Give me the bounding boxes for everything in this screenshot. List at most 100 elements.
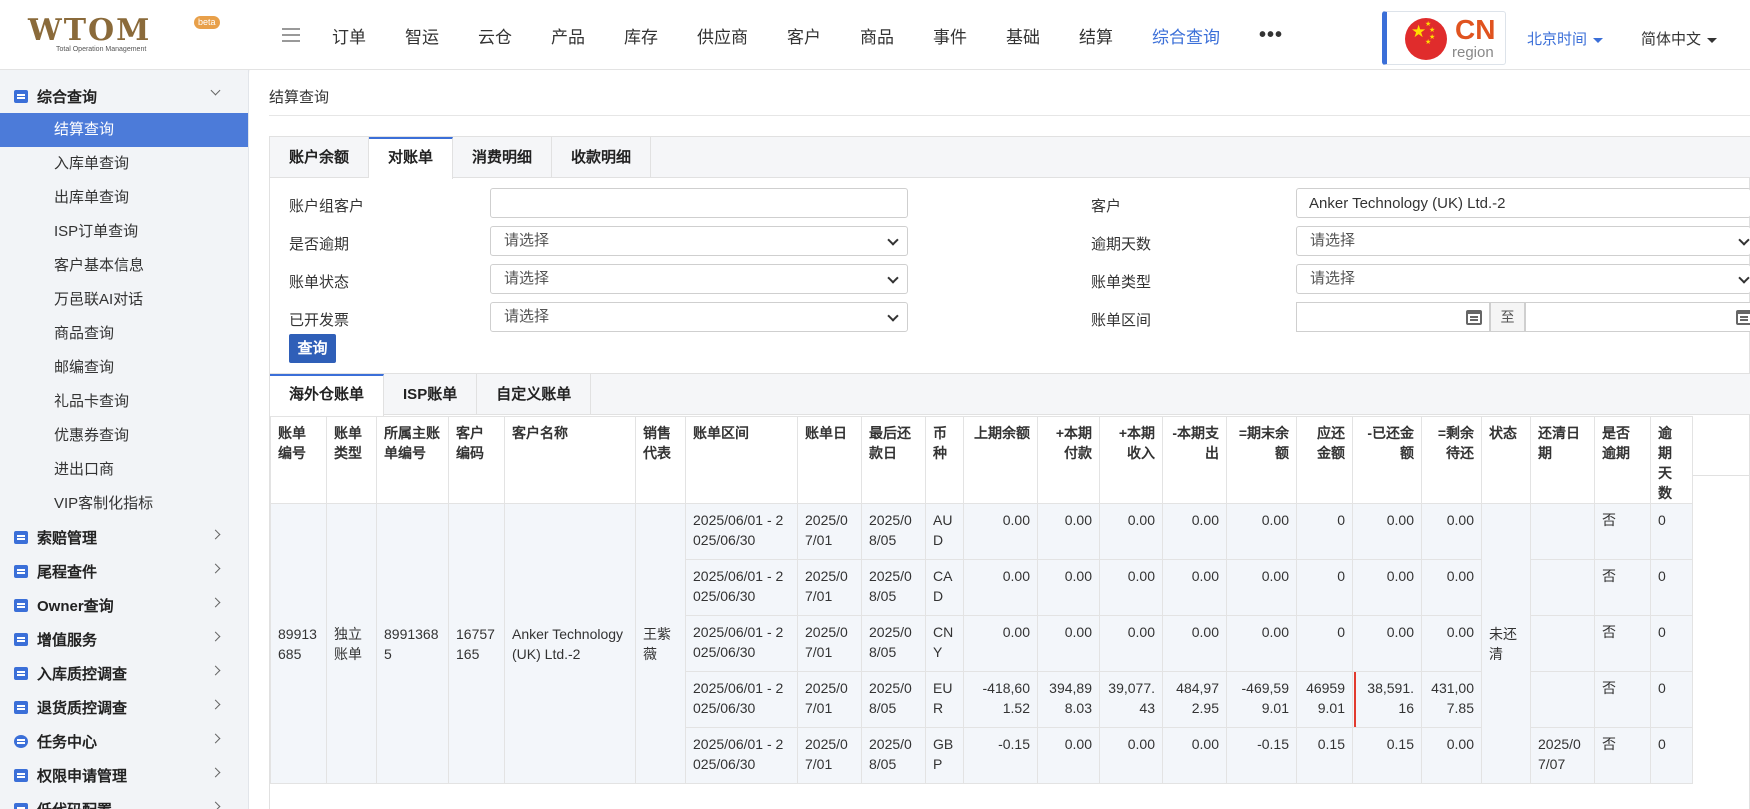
chevron-down-icon: [887, 234, 899, 246]
overdue-cell: 否: [1594, 671, 1651, 728]
column-header[interactable]: 最后还款日: [861, 416, 926, 504]
tab-statement[interactable]: 对账单: [369, 137, 454, 179]
sidebar-item-settlement-query[interactable]: 结算查询: [0, 113, 248, 147]
query-button[interactable]: 查询: [289, 334, 336, 363]
column-header[interactable]: 上期余额: [963, 416, 1038, 504]
column-header[interactable]: 状态: [1481, 416, 1531, 504]
column-header[interactable]: 应还金额: [1296, 416, 1353, 504]
language-dropdown[interactable]: 简体中文: [1641, 28, 1718, 49]
nav-item-inventory[interactable]: 库存: [624, 23, 658, 48]
column-header[interactable]: =期末余额: [1226, 416, 1297, 504]
tab-custom-bill[interactable]: 自定义账单: [477, 374, 592, 415]
sidebar-item-coupon-query[interactable]: 优惠券查询: [0, 419, 248, 453]
sidebar-item-inbound-query[interactable]: 入库单查询: [0, 147, 248, 181]
tab-overseas-warehouse-bill[interactable]: 海外仓账单: [270, 374, 385, 416]
nav-item-products[interactable]: 产品: [551, 23, 585, 48]
column-header[interactable]: 账单区间: [685, 416, 798, 504]
nav-item-customers[interactable]: 客户: [787, 23, 821, 48]
menu-toggle-icon[interactable]: [282, 28, 300, 42]
nav-item-settlement[interactable]: 结算: [1079, 23, 1113, 48]
page-title: 结算查询: [269, 89, 330, 106]
overdue-days-cell: 0: [1650, 615, 1693, 672]
sidebar-item-import-export[interactable]: 进出口商: [0, 453, 248, 487]
column-header[interactable]: 客户编码: [448, 416, 505, 504]
timezone-dropdown[interactable]: 北京时间: [1527, 28, 1604, 49]
bill-period-end-input[interactable]: [1525, 302, 1750, 332]
column-header[interactable]: 客户名称: [504, 416, 636, 504]
column-header[interactable]: 销售代表: [635, 416, 686, 504]
sidebar-item-giftcard-query[interactable]: 礼品卡查询: [0, 385, 248, 419]
tab-isp-bill[interactable]: ISP账单: [384, 374, 478, 415]
sidebar-item-vip-metrics[interactable]: VIP客制化指标: [0, 487, 248, 521]
sales-rep-cell: 王紫薇: [635, 503, 686, 784]
column-header[interactable]: +本期收入: [1099, 416, 1163, 504]
tab-account-balance[interactable]: 账户余额: [270, 137, 370, 178]
column-header[interactable]: +本期付款: [1037, 416, 1100, 504]
sidebar-item-zipcode-query[interactable]: 邮编查询: [0, 351, 248, 385]
sidebar-group-task-center[interactable]: 任务中心: [0, 724, 248, 758]
tab-consumption-detail[interactable]: 消费明细: [453, 137, 553, 178]
sidebar-group-permission[interactable]: 权限申请管理: [0, 758, 248, 792]
column-header[interactable]: -本期支出: [1162, 416, 1227, 504]
account-group-customer-input[interactable]: [490, 188, 908, 218]
nav-item-orders[interactable]: 订单: [332, 23, 366, 48]
sidebar-group-return-qc[interactable]: 退货质控调查: [0, 690, 248, 724]
chevron-down-icon: [210, 85, 221, 96]
sidebar-group-label: 增值服务: [37, 631, 98, 649]
app-logo[interactable]: WTOM Total Operation Management beta: [28, 16, 228, 56]
bill-period-start-input[interactable]: [1296, 302, 1490, 332]
payable-cell: 0: [1296, 503, 1353, 560]
permission-icon: [14, 768, 28, 782]
service-icon: [14, 632, 28, 646]
column-header[interactable]: 币种: [925, 416, 964, 504]
sidebar-item-goods-query[interactable]: 商品查询: [0, 317, 248, 351]
more-icon[interactable]: •••: [1259, 24, 1283, 47]
column-header[interactable]: 账单日: [797, 416, 862, 504]
table-row[interactable]: 89913685 独立账单 89913685 16757165 Anker Te…: [270, 503, 1693, 784]
sidebar-group-owner-query[interactable]: Owner查询: [0, 588, 248, 622]
nav-item-basics[interactable]: 基础: [1006, 23, 1040, 48]
nav-item-suppliers[interactable]: 供应商: [697, 23, 748, 48]
sidebar-item-customer-info[interactable]: 客户基本信息: [0, 249, 248, 283]
customer-input[interactable]: [1296, 188, 1750, 218]
column-header[interactable]: =剩余待还: [1421, 416, 1482, 504]
sidebar-group-claims[interactable]: 索赔管理: [0, 520, 248, 554]
chevron-right-icon: [210, 767, 221, 778]
sidebar-group-last-mile[interactable]: 尾程查件: [0, 554, 248, 588]
nav-item-goods[interactable]: 商品: [860, 23, 894, 48]
overdue-select[interactable]: 请选择: [490, 226, 908, 256]
nav-item-cloud-warehouse[interactable]: 云仓: [478, 23, 512, 48]
column-header[interactable]: 账单类型: [326, 416, 377, 504]
sidebar-group-inbound-qc[interactable]: 入库质控调查: [0, 656, 248, 690]
nav-item-smart-transport[interactable]: 智运: [405, 23, 439, 48]
sidebar-group-value-added[interactable]: 增值服务: [0, 622, 248, 656]
invoiced-select[interactable]: 请选择: [490, 302, 908, 332]
overdue-days-cell: 0: [1650, 559, 1693, 616]
column-header[interactable]: 还清日期: [1530, 416, 1595, 504]
expense-cell: 0.00: [1162, 503, 1227, 560]
column-header[interactable]: 账单编号: [270, 416, 327, 504]
column-header[interactable]: -已还金额: [1352, 416, 1422, 504]
nav-item-events[interactable]: 事件: [933, 23, 967, 48]
sidebar-item-ai-chat[interactable]: 万邑联AI对话: [0, 283, 248, 317]
bill-tabs: 海外仓账单 ISP账单 自定义账单: [270, 374, 1750, 416]
sidebar-item-outbound-query[interactable]: 出库单查询: [0, 181, 248, 215]
bill-type-select[interactable]: 请选择: [1296, 264, 1750, 294]
bill-status-select[interactable]: 请选择: [490, 264, 908, 294]
end-balance-cell: 0.00: [1226, 503, 1297, 560]
sidebar-group-label: 权限申请管理: [37, 767, 128, 785]
column-header[interactable]: 所属主账单编号: [376, 416, 449, 504]
region-switcher[interactable]: ★ ★ ★ ★ ★ CN region: [1382, 11, 1506, 65]
sidebar-group-comprehensive-query[interactable]: 综合查询: [0, 79, 248, 113]
tab-receipt-detail[interactable]: 收款明细: [552, 137, 652, 178]
overdue-days-select[interactable]: 请选择: [1296, 226, 1750, 256]
nav-item-comprehensive-query[interactable]: 综合查询: [1152, 23, 1220, 48]
income-cell: 0.00: [1099, 559, 1163, 616]
sidebar-item-isp-order-query[interactable]: ISP订单查询: [0, 215, 248, 249]
sidebar-group-low-code[interactable]: 低代码配置: [0, 792, 248, 809]
column-header[interactable]: 逾期天数: [1650, 416, 1693, 504]
parent-bill-number-cell: 89913685: [376, 503, 449, 784]
income-cell: 0.00: [1099, 727, 1163, 784]
end-balance-cell: 0.00: [1226, 615, 1297, 672]
column-header[interactable]: 是否逾期: [1594, 416, 1651, 504]
